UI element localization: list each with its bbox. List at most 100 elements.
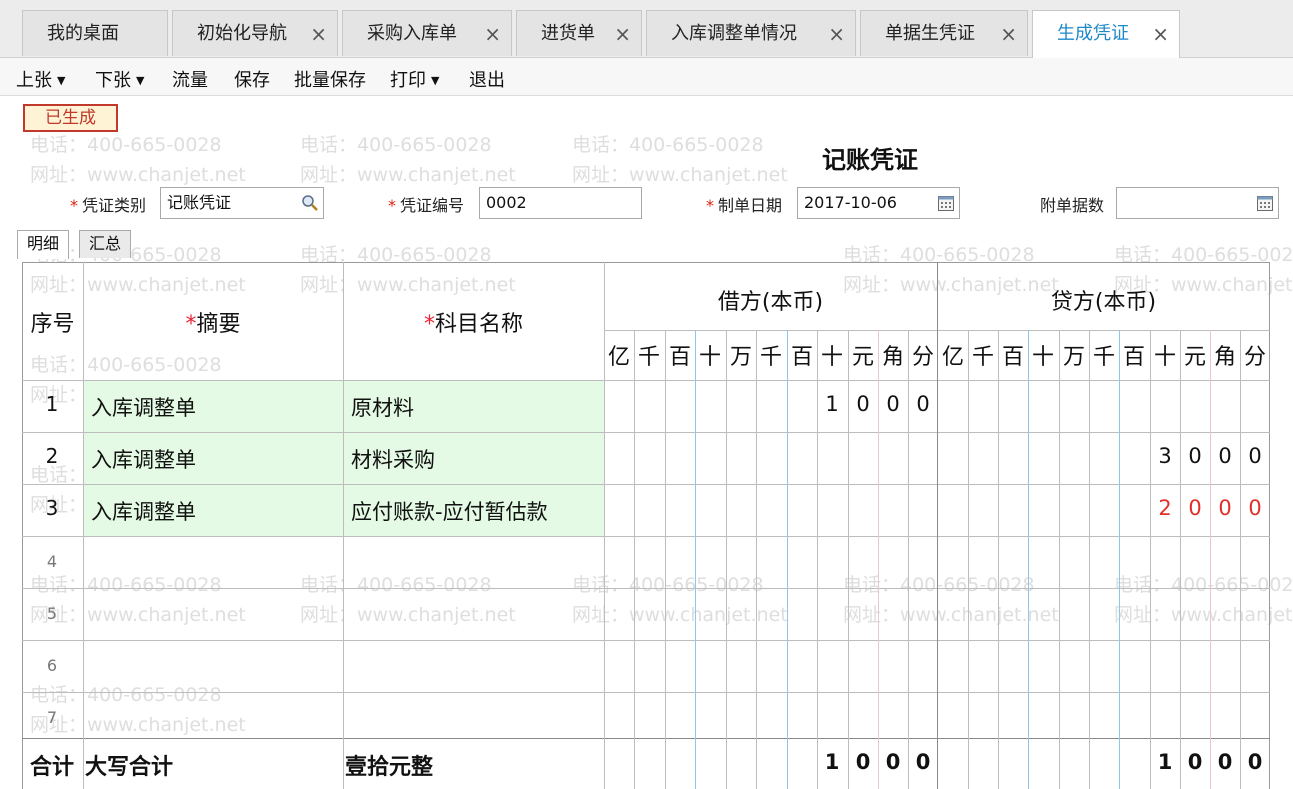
tab-doc-to-voucher[interactable]: 单据生凭证 × (860, 10, 1028, 56)
row-number: 5 (46, 604, 58, 623)
next-label: 下张 (95, 70, 131, 91)
required-mark: * (70, 196, 78, 215)
account-cell[interactable] (343, 588, 604, 640)
tab-label: 进货单 (541, 23, 595, 44)
digit-unit-debit: 千 (637, 345, 660, 370)
credit-cell[interactable] (937, 380, 1270, 432)
prev-button[interactable]: 上张 ▼ (16, 66, 65, 92)
tab-generate-voucher[interactable]: 生成凭证 × (1032, 10, 1180, 58)
account-cell[interactable] (343, 640, 604, 692)
row-number: 4 (46, 552, 58, 571)
tab-label: 初始化导航 (197, 23, 287, 44)
tab-desktop[interactable]: 我的桌面 (22, 10, 168, 56)
batch-save-button[interactable]: 批量保存 (294, 66, 366, 92)
print-button[interactable]: 打印 ▼ (390, 66, 439, 92)
caret-down-icon: ▼ (136, 74, 145, 87)
attachments-label-text: 附单据数 (1040, 196, 1105, 215)
watermark-site: 网址：www.chanjet.net (30, 164, 246, 186)
debit-cell[interactable] (604, 692, 937, 744)
digit-unit-credit: 百 (1122, 345, 1145, 370)
voucher-no-field[interactable]: 0002 (479, 187, 642, 219)
close-icon[interactable]: × (1000, 11, 1017, 57)
debit-digit: 0 (916, 392, 930, 416)
exit-button[interactable]: 退出 (469, 66, 505, 92)
attachments-field[interactable] (1116, 187, 1279, 219)
digit-unit-debit: 十 (698, 345, 721, 370)
date-label: * 制单日期 (706, 192, 782, 216)
summary-cell[interactable] (83, 692, 343, 744)
required-mark: * (185, 312, 197, 337)
digit-unit-credit: 万 (1062, 345, 1085, 370)
tab-init-guide[interactable]: 初始化导航 × (172, 10, 338, 56)
close-icon[interactable]: × (484, 11, 501, 57)
tab-goods-in[interactable]: 进货单 × (516, 10, 642, 56)
digit-unit-debit: 千 (759, 345, 782, 370)
total-credit-digit: 0 (1217, 750, 1233, 774)
row-number: 3 (45, 496, 59, 520)
watermark-site: 网址：www.chanjet.net (300, 164, 516, 186)
debit-digit: 0 (886, 392, 900, 416)
credit-cell[interactable] (937, 536, 1270, 588)
cashflow-button[interactable]: 流量 (172, 66, 208, 92)
date-field[interactable]: 2017-10-06 (797, 187, 960, 219)
credit-cell[interactable] (937, 692, 1270, 744)
account-cell[interactable] (343, 692, 604, 744)
account-text: 材料采购 (351, 448, 435, 472)
total-debit-digit: 0 (855, 750, 871, 774)
close-icon[interactable]: × (614, 11, 631, 57)
credit-digit: 0 (1248, 496, 1262, 520)
total-debit-digit: 1 (824, 750, 840, 774)
watermark-phone: 电话：400-665-0028 (30, 134, 222, 156)
next-button[interactable]: 下张 ▼ (95, 66, 144, 92)
summary-cell[interactable] (83, 588, 343, 640)
caret-down-icon: ▼ (431, 74, 440, 87)
debit-cell[interactable] (604, 536, 937, 588)
total-credit-digit: 0 (1247, 750, 1263, 774)
tab-summary[interactable]: 汇总 (79, 230, 132, 258)
credit-digit: 0 (1218, 496, 1232, 520)
save-button[interactable]: 保存 (234, 66, 270, 92)
digit-unit-debit: 元 (851, 345, 874, 370)
summary-text: 入库调整单 (91, 396, 196, 420)
status-badge: 已生成 (23, 104, 118, 132)
save-label: 保存 (234, 70, 270, 91)
credit-cell[interactable] (937, 588, 1270, 640)
tab-stock-adjust[interactable]: 入库调整单情况 × (646, 10, 856, 56)
tab-purchase-receipt[interactable]: 采购入库单 × (342, 10, 512, 56)
row-number: 7 (46, 708, 58, 727)
debit-cell[interactable] (604, 484, 937, 536)
digit-unit-credit: 分 (1243, 345, 1266, 370)
summary-cell[interactable] (83, 536, 343, 588)
close-icon[interactable]: × (828, 11, 845, 57)
calendar-icon[interactable] (1256, 194, 1274, 212)
col-header-summary-text: 摘要 (196, 312, 241, 337)
cashflow-label: 流量 (172, 70, 208, 91)
col-header-account: *科目名称 (343, 306, 604, 338)
debit-cell[interactable] (604, 640, 937, 692)
calendar-icon[interactable] (937, 194, 955, 212)
voucher-type-label: * 凭证类别 (70, 192, 146, 216)
debit-cell[interactable] (604, 588, 937, 640)
summary-cell[interactable] (83, 640, 343, 692)
account-cell[interactable] (343, 536, 604, 588)
digit-unit-debit: 分 (911, 345, 934, 370)
digit-unit-credit: 千 (971, 345, 994, 370)
voucher-type-field[interactable]: 记账凭证 (160, 187, 324, 219)
digit-unit-credit: 十 (1153, 345, 1176, 370)
tab-detail[interactable]: 明细 (17, 230, 70, 259)
row-number: 2 (45, 444, 59, 468)
watermark-phone: 电话：400-665-0028 (572, 134, 764, 156)
page-title: 记账凭证 (822, 146, 918, 174)
total-caps-label: 大写合计 (85, 755, 174, 780)
close-icon[interactable]: × (310, 11, 327, 57)
date-label-text: 制单日期 (718, 196, 783, 215)
tab-label: 单据生凭证 (885, 23, 975, 44)
toolbar: 上张 ▼ 下张 ▼ 流量 保存 批量保存 打印 ▼ 退出 (0, 58, 1293, 96)
close-icon[interactable]: × (1152, 11, 1169, 57)
total-credit-digit: 0 (1187, 750, 1203, 774)
total-credit-digit: 1 (1157, 750, 1173, 774)
tab-label: 入库调整单情况 (671, 23, 797, 44)
search-icon[interactable] (301, 194, 319, 212)
debit-cell[interactable] (604, 432, 937, 484)
credit-cell[interactable] (937, 640, 1270, 692)
